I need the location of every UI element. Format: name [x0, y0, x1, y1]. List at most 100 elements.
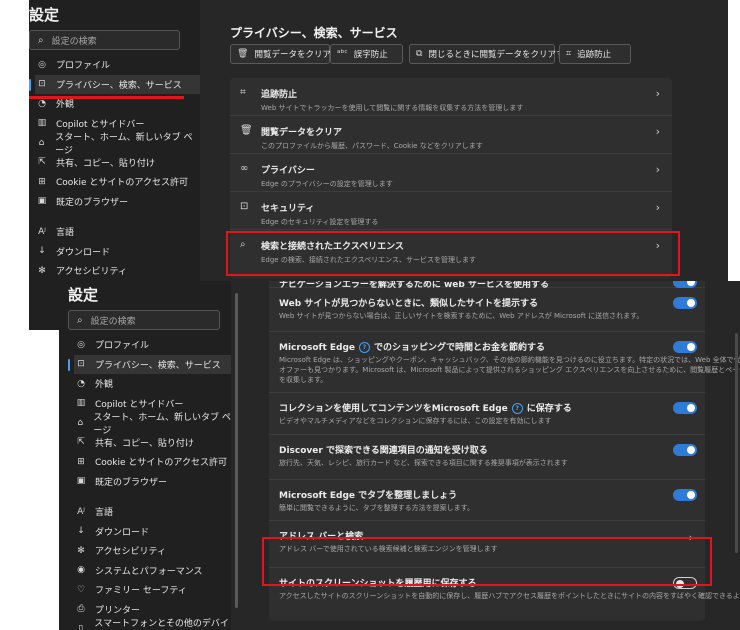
search-icon: ⌕: [77, 314, 83, 326]
search-icon: ⌕: [38, 34, 44, 46]
printer-icon: ⎙: [77, 604, 85, 615]
row-title: Discover で探索できる関連項目の通知を受け取る: [279, 446, 488, 456]
chevron-right-icon: ›: [655, 239, 660, 252]
settings-row[interactable]: ⌕ 検索と接続されたエクスペリエンス Edge の検索、接続されたエクスペリエンス、…: [230, 230, 672, 268]
chevron-right-icon: ›: [655, 201, 660, 214]
quick-action-button[interactable]: ⌗ 追跡防止: [559, 44, 631, 64]
settings-row[interactable]: Microsoft Edge? でのショッピングで時間とお金を節約する Micros…: [269, 332, 740, 393]
sidebar-item[interactable]: ⊡ プライバシー、検索、サービス: [29, 74, 200, 94]
sidebar-item[interactable]: Aʲ 言語: [74, 502, 231, 522]
row-title: 閲覧データをクリア: [261, 128, 343, 138]
sidebar-nav: ◎ プロファイル ⊡ プライバシー、検索、サービス ◔ 外観 ▥ Copilot とサイドバー…: [29, 55, 200, 281]
sidebar-item-label: スマートフォンとその他のデバイス: [94, 618, 229, 629]
sidebar-item-label: ダウンロード: [56, 247, 111, 258]
row-title: Microsoft Edge でタブを整理しましょう: [279, 491, 458, 501]
sidebar-item[interactable]: ▣ 既定のブラウザー: [74, 472, 231, 492]
person-icon: ◎: [38, 59, 46, 70]
settings-row[interactable]: ∞ プライバシー Edge のプライバシーの設定を管理します ›: [230, 154, 672, 192]
sidebar-item-label: Copilot とサイドバー: [95, 399, 184, 410]
quick-action-label: 閉じるときに閲覧データをクリアする: [428, 50, 573, 60]
lock-icon: ⊡: [240, 201, 249, 212]
sidebar-item-label: 共有、コピー、貼り付け: [95, 438, 194, 449]
settings-row[interactable]: ⌗ 追跡防止 Web サイトでトラッカーを使用して閲覧に関する情報を収集する方法を管…: [230, 78, 672, 116]
sidebar-item-label: システムとパフォーマンス: [95, 566, 203, 577]
toggle-switch[interactable]: [673, 402, 697, 414]
settings-card: ナビゲーションエラーを解決するために web サービスを使用する Web サイトが…: [269, 281, 740, 621]
settings-row[interactable]: コレクションを使用してコンテンツをMicrosoft Edge? に保存する ビデオ…: [269, 393, 705, 435]
toggle-switch[interactable]: [673, 577, 697, 589]
share-icon: ⇱: [77, 437, 85, 448]
settings-title: 設定: [29, 6, 60, 24]
sidebar-item-label: Copilot とサイドバー: [56, 119, 145, 130]
quick-action-button[interactable]: 🗑 閲覧データをクリア: [230, 44, 331, 64]
home-icon: ⌂: [77, 417, 84, 428]
row-title: Microsoft Edge? でのショッピングで時間とお金を節約する: [279, 342, 546, 353]
chevron-right-icon: ›: [655, 163, 660, 176]
share-icon: ⇱: [38, 157, 46, 168]
sidebar-item[interactable]: ⊞ Cookie とサイトのアクセス許可: [35, 172, 200, 192]
sidebar-item-label: プライバシー、検索、サービス: [56, 80, 182, 91]
settings-row[interactable]: Discover で探索できる関連項目の通知を受け取る旅行先、天気、レシピ、旅行…: [269, 435, 705, 480]
sidebar-item-label: アクセシビリティ: [95, 547, 167, 558]
row-description: 簡単に閲覧できるように、タブを整理する方法を提案します。: [279, 504, 474, 512]
sidebar-item-label: ダウンロード: [95, 527, 150, 538]
toggle-switch[interactable]: [673, 281, 697, 288]
row-title: サイトのスクリーンショットを履歴用に保存する: [279, 579, 477, 589]
sidebar-item[interactable]: ▣ 既定のブラウザー: [35, 192, 200, 212]
toggle-switch[interactable]: [673, 341, 697, 353]
sidebar-item[interactable]: ▯ スマートフォンとその他のデバイス: [74, 619, 231, 630]
quick-action-button[interactable]: ⧉ 閉じるときに閲覧データをクリアする: [409, 44, 573, 64]
sidebar-item[interactable]: ◎ プロファイル: [74, 335, 231, 355]
settings-row[interactable]: 🗑 閲覧データをクリア このプロファイルから履歴、パスワード、Cookie などをク…: [230, 116, 672, 154]
sidebar-item-label: アクセシビリティ: [56, 267, 128, 278]
sidebar-item[interactable]: ⌂ スタート、ホーム、新しいタブ ページ: [74, 413, 231, 436]
sidebar-item-label: 既定のブラウザー: [95, 477, 168, 488]
help-icon[interactable]: ?: [359, 342, 371, 353]
chevron-right-icon: ›: [655, 87, 660, 100]
sidebar-item[interactable]: ◔ 外観: [74, 374, 231, 394]
sidebar-scrollbar[interactable]: [235, 293, 238, 608]
settings-row[interactable]: サイトのスクリーンショットを履歴用に保存する アクセスしたサイトのスクリーンショッ…: [269, 568, 740, 608]
row-description: 旅行先、天気、レシピ、旅行カード など、探索できる項目に関する推奨事項が表示され…: [279, 459, 568, 467]
quick-action-button[interactable]: ᵃᵇᶜ 誤字防止: [330, 44, 403, 64]
search-input[interactable]: ⌕ 設定の検索: [68, 310, 220, 330]
help-icon[interactable]: ?: [511, 403, 523, 414]
toggle-switch[interactable]: [673, 489, 697, 501]
sidebar-item[interactable]: ✻ アクセシビリティ: [74, 541, 231, 561]
sidebar-item[interactable]: ↓ ダウンロード: [74, 522, 231, 542]
appearance-icon: ◔: [77, 378, 85, 389]
highlight-underline: [29, 96, 184, 99]
sidebar-item[interactable]: ✻ アクセシビリティ: [35, 261, 200, 281]
settings-row[interactable]: アドレス バーと検索 アドレス バーで使用されている検索候補と検索エンジンを管理し…: [269, 521, 705, 568]
row-title: 検索と接続されたエクスペリエンス: [261, 242, 404, 252]
lock-icon: ⊡: [38, 79, 46, 90]
search-input[interactable]: ⌕ 設定の検索: [29, 30, 180, 50]
toggle-switch[interactable]: [673, 297, 697, 309]
sidebar-item[interactable]: ♡ ファミリー セーフティ: [74, 580, 231, 600]
family-icon: ♡: [76, 584, 86, 595]
settings-row[interactable]: Web サイトが見つからないときに、類似したサイトを提示する Web サイトが見つ…: [269, 288, 705, 332]
toggle-switch[interactable]: [673, 444, 697, 456]
sidebar-item[interactable]: ⇱ 共有、コピー、貼り付け: [74, 433, 231, 453]
row-title: セキュリティ: [261, 204, 315, 214]
sidebar-item[interactable]: ◎ プロファイル: [35, 55, 200, 75]
sidebar-item[interactable]: ⊞ Cookie とサイトのアクセス許可: [74, 452, 231, 472]
sidebar-item[interactable]: ⊡ プライバシー、検索、サービス: [68, 354, 231, 374]
content-scrollbar[interactable]: [735, 333, 738, 553]
person-icon: ◎: [77, 339, 85, 350]
sidebar-item-label: プライバシー、検索、サービス: [95, 360, 221, 371]
settings-row[interactable]: Microsoft Edge でタブを整理しましょう簡単に閲覧できるように、タブ…: [269, 480, 705, 521]
sidebar-item-label: Cookie とサイトのアクセス許可: [95, 458, 227, 469]
sidebar-item-label: プロファイル: [56, 61, 111, 72]
cookie-icon: ⊞: [38, 176, 46, 187]
settings-row[interactable]: ナビゲーションエラーを解決するために web サービスを使用する: [269, 281, 705, 290]
sidebar-item[interactable]: ⌂ スタート、ホーム、新しいタブ ページ: [35, 133, 200, 156]
settings-row[interactable]: ⊡ セキュリティ Edge のセキュリティ設定を管理する ›: [230, 192, 672, 230]
language-icon: Aʲ: [38, 226, 46, 237]
sidebar-item[interactable]: ⇱ 共有、コピー、貼り付け: [35, 153, 200, 173]
sidebar-item[interactable]: Aʲ 言語: [35, 222, 200, 242]
sidebar-item-label: 外観: [56, 100, 75, 111]
sidebar-item[interactable]: ↓ ダウンロード: [35, 242, 200, 262]
phone-icon: ▯: [78, 623, 84, 630]
sidebar-item[interactable]: ◉ システムとパフォーマンス: [74, 561, 231, 581]
